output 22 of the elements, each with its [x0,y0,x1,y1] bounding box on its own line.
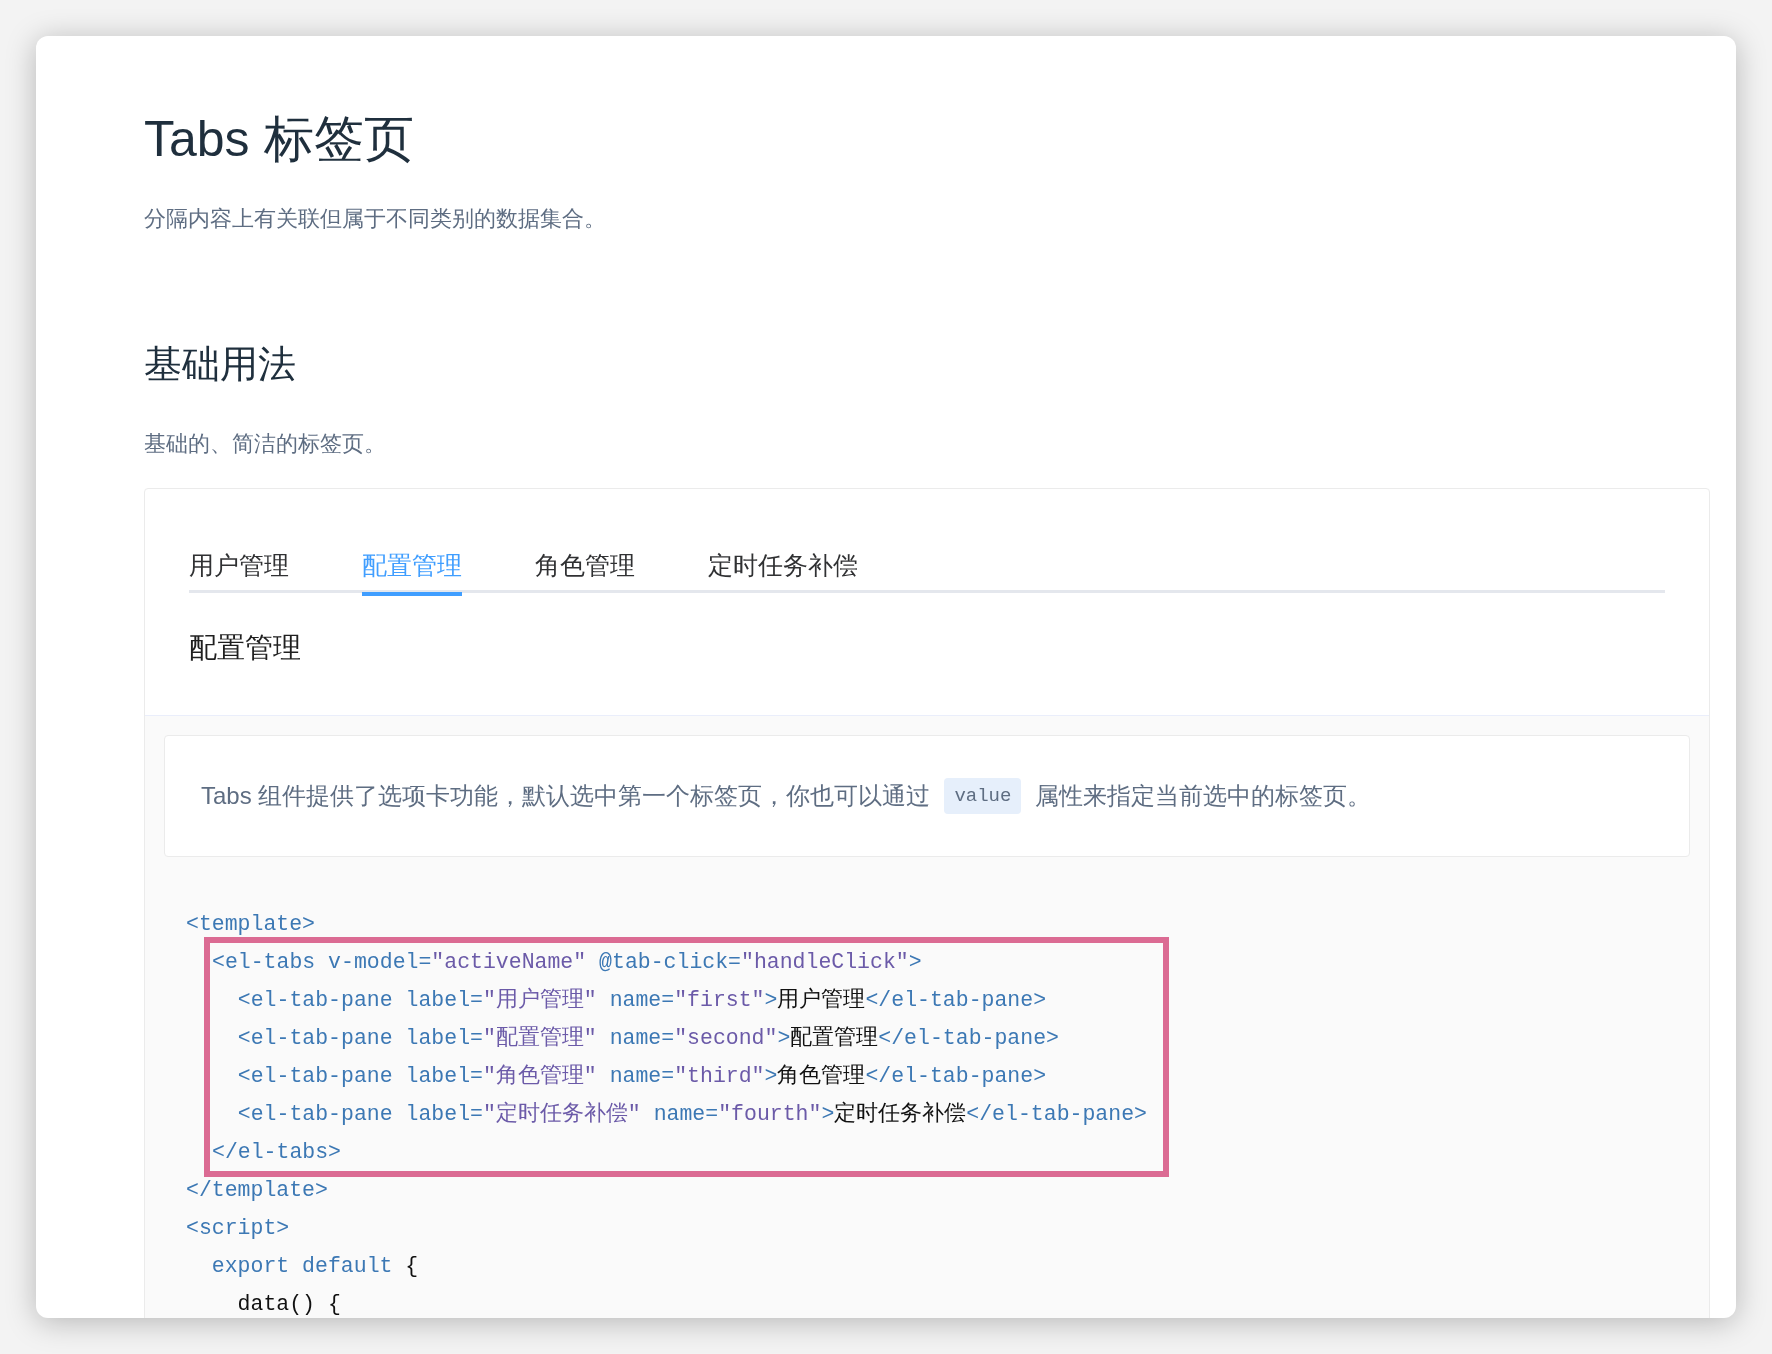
tab-content-text: 配置管理 [189,631,301,665]
page-title: Tabs 标签页 [144,114,415,164]
tab[interactable]: 用户管理 [189,537,289,596]
code-line: <el-tab-pane label="用户管理" name="first">用户管理</el-tab-pane> [236,986,1047,1014]
inline-code: value [944,777,1022,815]
tab[interactable]: 角色管理 [535,537,635,596]
code-line: <el-tab-pane label="定时任务补偿" name="fourth">定时任务补偿</el-tab-pane> [236,1100,1147,1128]
code-line: </template> [186,1177,328,1204]
tip-text: Tabs 组件提供了选项卡功能，默认选中第一个标签页，你也可以通过 [201,781,931,811]
section-description: 基础的、简洁的标签页。 [144,430,387,458]
code-line: export default { [210,1253,419,1280]
code-line: <template> [186,911,316,938]
tab[interactable]: 定时任务补偿 [708,537,858,596]
tip-text: 属性来指定当前选中的标签页。 [1035,781,1372,811]
code-line: data() { [236,1291,341,1318]
code-line: <el-tab-pane label="配置管理" name="second">配置管理</el-tab-pane> [236,1025,1059,1052]
section-heading: 基础用法 [144,345,297,383]
code-line: <el-tab-pane label="角色管理" name="third">角色管理</el-tab-pane> [236,1063,1047,1090]
page-subtitle: 分隔内容上有关联但属于不同类别的数据集合。 [144,205,607,233]
code-line: <el-tabs v-model="activeName" @tab-click="handleClick"> [212,949,922,976]
code-line: </el-tabs> [212,1139,342,1166]
code-line: <script> [186,1215,290,1242]
